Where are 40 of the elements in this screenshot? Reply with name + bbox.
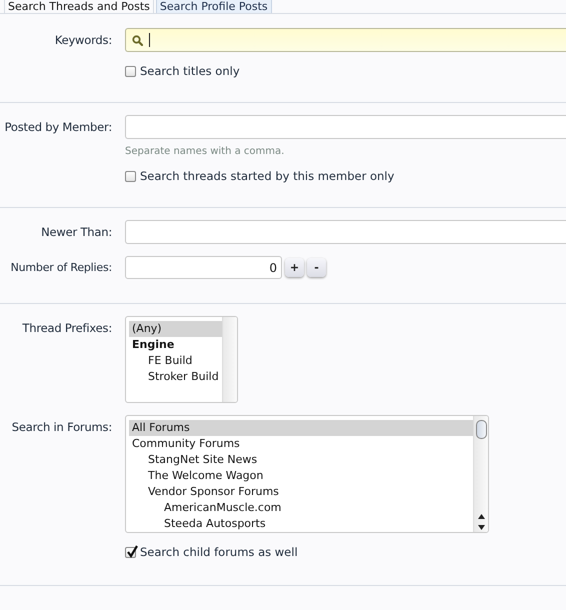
text-field[interactable]: [125, 220, 566, 244]
listbox[interactable]: (Any) Engine FE Build Stroker Build: [125, 316, 238, 403]
checkbox-label[interactable]: Search threads started by this member only: [140, 169, 394, 183]
stepper-button[interactable]: -: [307, 258, 326, 277]
list-option[interactable]: Vendor Sponsor Forums: [129, 484, 473, 500]
search-icon: [132, 34, 143, 46]
stepper-button[interactable]: +: [285, 258, 304, 277]
list-option[interactable]: FE Build: [129, 353, 222, 369]
hint-text: Separate names with a comma.: [125, 146, 286, 157]
checkbox-label[interactable]: Search titles only: [140, 64, 240, 78]
listbox[interactable]: All Forums Community Forums StangNet Site News The Welcome Wagon Vendor Sponsor Forums AmericanMuscle.com Steeda Autosports: [125, 415, 489, 533]
tab[interactable]: Search Profile Posts: [156, 0, 272, 13]
field-label: Posted by Member:: [4, 119, 112, 136]
text-field[interactable]: [125, 115, 566, 139]
search-field[interactable]: [125, 28, 566, 52]
list-option[interactable]: Stroker Build: [129, 369, 222, 385]
list-option[interactable]: Steeda Autosports: [129, 516, 473, 530]
list-option[interactable]: StangNet Site News: [129, 452, 473, 468]
list-option[interactable]: AmericanMuscle.com: [129, 500, 473, 516]
option-group-label[interactable]: Engine: [129, 337, 222, 353]
field-label: Keywords:: [54, 32, 112, 49]
scroll-thumb[interactable]: [476, 420, 486, 439]
field-label: Number of Replies:: [10, 260, 112, 276]
list-option[interactable]: The Welcome Wagon: [129, 468, 473, 484]
field-label: Search in Forums:: [10, 419, 112, 436]
checkbox[interactable]: [125, 546, 136, 558]
scroll-up-icon[interactable]: [478, 514, 484, 519]
scrollbar[interactable]: [473, 416, 488, 532]
checkbox-label[interactable]: Search child forums as well: [140, 545, 298, 559]
scroll-down-icon[interactable]: [478, 525, 484, 530]
scrollbar[interactable]: [222, 317, 237, 402]
field-label: Thread Prefixes:: [21, 320, 112, 337]
list-option[interactable]: (Any): [129, 321, 222, 337]
list-option[interactable]: Community Forums: [129, 436, 473, 452]
field-label: Newer Than:: [40, 224, 112, 241]
list-option[interactable]: All Forums: [129, 420, 473, 436]
number-field[interactable]: 0: [125, 256, 282, 279]
checkbox[interactable]: [125, 170, 136, 182]
checkbox[interactable]: [125, 66, 136, 76]
tab[interactable]: Search Threads and Posts: [4, 0, 154, 13]
